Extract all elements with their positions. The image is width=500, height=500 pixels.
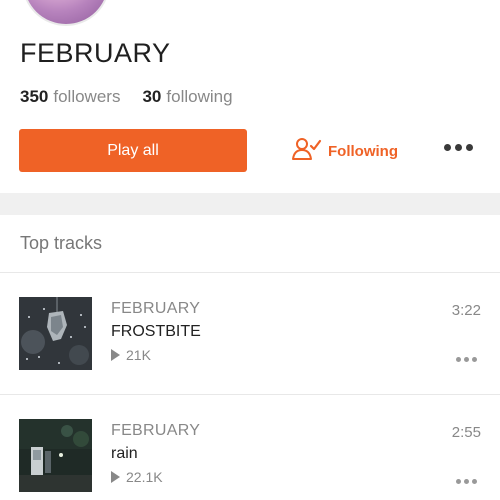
more-dot xyxy=(472,479,477,484)
more-dot xyxy=(464,479,469,484)
more-dot xyxy=(455,144,462,151)
more-dot xyxy=(466,144,473,151)
followers-stat[interactable]: 350 followers xyxy=(20,87,120,107)
following-button[interactable]: Following xyxy=(292,136,398,166)
followers-label: followers xyxy=(53,87,121,106)
more-options-icon[interactable] xyxy=(444,144,473,151)
track-title: rain xyxy=(111,445,138,462)
track-artwork xyxy=(19,297,92,370)
more-dot xyxy=(472,357,477,362)
track-artist: FEBRUARY xyxy=(111,422,201,439)
artist-name: FEBRUARY xyxy=(20,38,171,68)
track-row[interactable]: FEBRUARY FROSTBITE 21K 3:22 xyxy=(0,297,500,402)
play-count-icon xyxy=(111,471,120,483)
track-duration: 3:22 xyxy=(451,302,481,319)
track-row[interactable]: FEBRUARY rain 22.1K 2:55 xyxy=(0,419,500,500)
artist-avatar xyxy=(22,0,110,26)
track-artist: FEBRUARY xyxy=(111,300,201,317)
track-title: FROSTBITE xyxy=(111,323,201,340)
track-more-icon[interactable] xyxy=(456,479,477,484)
play-all-button[interactable]: Play all xyxy=(19,129,247,172)
play-count: 22.1K xyxy=(126,469,163,485)
artist-stats: 350 followers 30 following xyxy=(20,87,233,107)
section-divider xyxy=(0,193,500,215)
more-dot xyxy=(464,357,469,362)
track-more-icon[interactable] xyxy=(456,357,477,362)
following-stat[interactable]: 30 following xyxy=(142,87,232,107)
divider-line xyxy=(0,394,500,395)
track-plays: 21K xyxy=(111,347,151,363)
track-plays: 22.1K xyxy=(111,469,163,485)
user-check-icon xyxy=(292,137,322,165)
more-dot xyxy=(456,479,461,484)
following-label: following xyxy=(166,87,233,106)
play-all-label: Play all xyxy=(107,141,159,159)
followers-count: 350 xyxy=(20,87,49,106)
more-dot xyxy=(444,144,451,151)
play-count-icon xyxy=(111,349,120,361)
divider-line xyxy=(0,272,500,273)
following-label: Following xyxy=(328,142,398,160)
play-count: 21K xyxy=(126,347,151,363)
track-duration: 2:55 xyxy=(451,424,481,441)
following-count: 30 xyxy=(142,87,162,106)
track-artwork xyxy=(19,419,92,492)
more-dot xyxy=(456,357,461,362)
top-tracks-title: Top tracks xyxy=(20,233,103,253)
